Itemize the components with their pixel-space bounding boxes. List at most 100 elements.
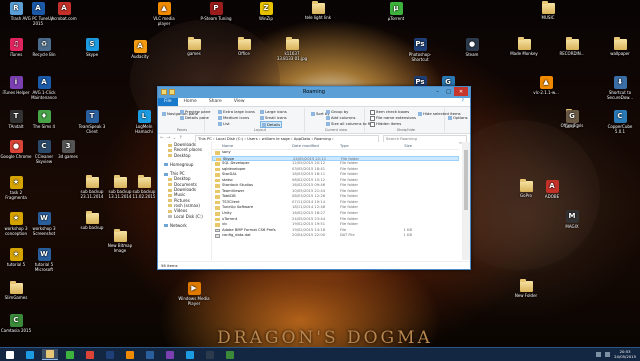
taskbar-photoshop-icon[interactable] (102, 349, 118, 360)
help-icon[interactable]: ? (456, 98, 470, 106)
desktop-icon[interactable]: C CopperCube 5.0.1 (604, 110, 636, 134)
scrollbar-thumb[interactable] (464, 150, 468, 210)
taskbar-steam-icon[interactable] (202, 349, 218, 360)
desktop-icon[interactable]: New Bitmap Image (104, 229, 136, 253)
desktop-icon-label: Recycle Bin (32, 52, 56, 57)
desktop-icon[interactable]: µ µTorrent (380, 2, 412, 21)
app-icon: T (85, 110, 99, 123)
desktop-icon[interactable]: ▲ VLC media player (148, 2, 180, 26)
desktop-icon[interactable]: SlimGames (0, 281, 32, 300)
back-arrow-icon[interactable]: ← (160, 135, 164, 141)
desktop-icon[interactable]: RECORDIN... (556, 37, 588, 56)
desktop-icon[interactable]: wallpaper (604, 37, 636, 56)
desktop-icon[interactable]: k11637 33.8133 01.jpg (276, 37, 308, 61)
taskbar-camtasia-icon[interactable] (222, 349, 238, 360)
nav-item[interactable]: Network (158, 223, 211, 228)
taskbar-word-icon[interactable] (142, 349, 158, 360)
desktop-icon[interactable]: C Camtasia 2015 (0, 314, 32, 333)
desktop-icon[interactable]: ● Steam (456, 38, 488, 57)
taskbar-media-icon[interactable] (122, 349, 138, 360)
column-size[interactable]: Size (386, 142, 416, 149)
desktop-icon[interactable]: A ADOBE (536, 180, 568, 199)
layout-large-icons[interactable]: Large icons (260, 109, 287, 114)
maximize-button[interactable]: □ (443, 87, 454, 96)
desktop-icon[interactable]: Ps Photoshop-Shortcut (404, 38, 436, 62)
taskbar-skype-icon[interactable] (182, 349, 198, 360)
preview-pane-button[interactable]: Preview pane (180, 109, 210, 114)
recent-chevron-icon[interactable]: ⌄ (172, 135, 176, 141)
desktop-icon[interactable]: A AVG 1-Click Maintenance (28, 76, 60, 100)
layout-small-icons[interactable]: Small icons (260, 115, 287, 120)
add-columns-button[interactable]: Add columns (326, 115, 356, 120)
desktop-icon[interactable]: ▶ Windows Media Player (178, 282, 210, 306)
folder-icon (215, 200, 220, 205)
file-row[interactable]: config_data.dat 20/04/2015 22:00 DAT File 1… (212, 233, 459, 239)
desktop-icon[interactable]: MUSIC (532, 1, 564, 20)
file-explorer-window[interactable]: Roaming – □ ✕ File Home Share View ? Nav… (157, 86, 471, 270)
layout-details[interactable]: Details (260, 121, 283, 128)
clock[interactable]: 20:53 24/05/2015 (614, 349, 636, 359)
tab-view[interactable]: View (228, 98, 251, 106)
desktop-icon[interactable]: New Folder (510, 279, 542, 298)
tab-share[interactable]: Share (203, 98, 228, 106)
desktop-icon[interactable]: tele light link (302, 1, 334, 20)
desktop-icon[interactable]: Made Monkey (508, 37, 540, 56)
close-button[interactable]: ✕ (454, 87, 468, 96)
tab-home[interactable]: Home (178, 98, 203, 106)
desktop-icon[interactable]: T TeamSpeak 3 Client (76, 110, 108, 134)
group-by-button[interactable]: Group by (326, 109, 348, 114)
desktop-icon[interactable]: ⬇ Shortcut to SecureDow... (604, 76, 636, 100)
minimize-button[interactable]: – (432, 87, 443, 96)
desktop-icon[interactable]: ★ task 2 Fragmenta (0, 176, 32, 200)
file-name-text: statsc (222, 177, 234, 182)
desktop-icon[interactable]: Wworkshop 3 Screenshot (28, 212, 60, 236)
desktop-icon[interactable]: L LogMeIn Hamachi (128, 110, 160, 134)
nav-item[interactable]: Homegroup (158, 162, 211, 167)
desktop-icon[interactable]: 3 3d games (52, 140, 84, 159)
taskbar-ie-icon[interactable] (22, 349, 38, 360)
nav-item[interactable]: Desktop (158, 153, 211, 158)
nav-item[interactable]: Local Disk (C:) (158, 214, 211, 219)
details-pane-button[interactable]: Details pane (180, 115, 209, 120)
desktop-icon[interactable]: Wtutorial 5 Microsoft (28, 248, 60, 272)
column-name[interactable]: Name (212, 142, 292, 149)
size-columns-button[interactable]: Size all columns to fit (326, 121, 372, 126)
column-date-modified[interactable]: Date modified (292, 142, 340, 149)
window-titlebar[interactable]: Roaming – □ ✕ (158, 87, 470, 98)
layout-list[interactable]: List (218, 121, 230, 126)
desktop-icon[interactable]: S Skype (76, 38, 108, 57)
folder-icon (168, 209, 172, 213)
column-type[interactable]: Type (340, 142, 386, 149)
desktop-icon[interactable]: Z WinZip (250, 2, 282, 21)
desktop-icon[interactable]: games (178, 37, 210, 56)
tab-file[interactable]: File (158, 98, 178, 106)
desktop-icon[interactable]: M MAGIX (556, 210, 588, 229)
desktop-icon[interactable]: G GIMP 2 (556, 110, 588, 129)
layout-medium-icons[interactable]: Medium icons (218, 115, 249, 120)
taskbar-visual-studio-icon[interactable] (162, 349, 178, 360)
desktop-icon[interactable]: A Acrobat.com (48, 2, 80, 21)
hidden-items[interactable]: Hidden items (370, 121, 401, 127)
desktop-icon[interactable]: ▲ vlc-2.1.1-w... (530, 76, 562, 95)
taskbar-explorer-icon[interactable] (42, 349, 58, 360)
taskbar-store-icon[interactable] (62, 349, 78, 360)
layout-extra-large-icons[interactable]: Extra large icons (218, 109, 255, 114)
vertical-scrollbar[interactable] (462, 142, 470, 260)
desktop-icon[interactable]: P P-Steam Tuning (200, 2, 232, 21)
desktop-icon[interactable]: ♻ Recycle Bin (28, 38, 60, 57)
volume-icon[interactable] (605, 352, 611, 357)
desktop-icon[interactable]: ♦ The Sims 4 (28, 110, 60, 129)
forward-arrow-icon[interactable]: → (166, 135, 170, 141)
desktop-icon[interactable]: A Audacity (124, 40, 156, 59)
options-button[interactable]: Options (448, 115, 468, 120)
column-headers: Name Date modified Type Size (212, 142, 459, 150)
desktop-icon[interactable]: Office (228, 37, 260, 56)
taskbar-chrome-icon[interactable] (82, 349, 98, 360)
desktop-icon[interactable]: sub backup (76, 211, 108, 230)
network-icon[interactable] (596, 352, 602, 357)
desktop-icon[interactable]: sub backup 11.02.2015 (128, 175, 160, 199)
up-arrow-icon[interactable]: ↑ (179, 135, 183, 141)
file-name-extensions[interactable]: File name extensions (370, 115, 416, 121)
item-check-boxes[interactable]: Item check boxes (370, 109, 409, 115)
taskbar-start-icon[interactable] (2, 349, 18, 360)
